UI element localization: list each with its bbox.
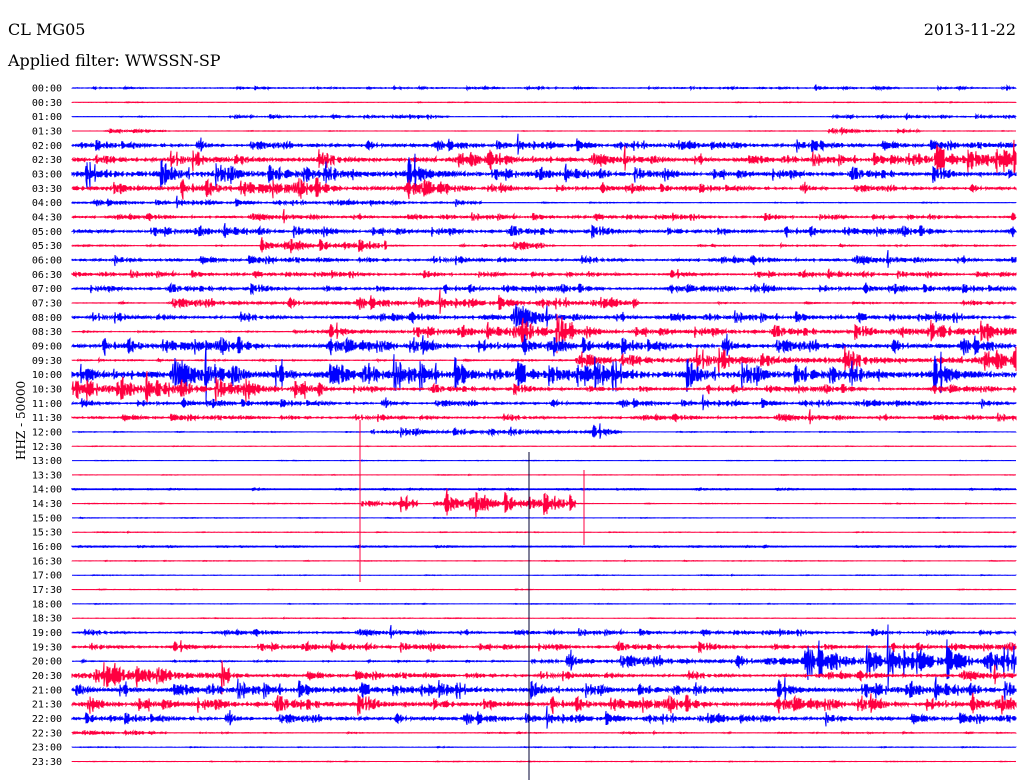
time-tick-label: 17:30 (32, 585, 62, 596)
trace-row-0730 (71, 289, 1017, 314)
trace-row-0700 (71, 282, 1017, 296)
time-tick-label: 22:00 (32, 714, 62, 725)
trace-row-0500 (71, 222, 1017, 239)
time-tick-label: 21:30 (32, 700, 62, 711)
time-tick-label: 11:30 (32, 413, 62, 424)
trace-row-1330 (71, 473, 1016, 477)
trace-row-0900 (71, 333, 1017, 357)
time-tick-label: 04:30 (32, 212, 62, 223)
time-tick-label: 07:30 (32, 298, 62, 309)
trace-row-1800 (72, 602, 1016, 606)
time-tick-label: 05:00 (32, 227, 62, 238)
time-tick-label: 23:30 (32, 757, 62, 768)
trace-row-2130 (71, 692, 1017, 716)
trace-row-1930 (71, 639, 1017, 654)
time-tick-label: 11:00 (32, 399, 62, 410)
time-tick-label: 17:00 (32, 571, 62, 582)
time-tick-label: 09:00 (32, 341, 62, 352)
time-tick-label: 16:30 (32, 556, 62, 567)
time-tick-label: 12:30 (32, 442, 62, 453)
time-tick-label: 05:30 (32, 241, 62, 252)
time-tick-label: 00:30 (32, 98, 62, 109)
time-tick-label: 20:30 (32, 671, 62, 682)
trace-row-2330 (71, 760, 1017, 763)
time-tick-label: 15:00 (32, 513, 62, 524)
trace-row-1130 (71, 409, 1017, 425)
trace-row-0400 (71, 195, 1017, 209)
time-tick-label: 04:00 (32, 198, 62, 209)
time-tick-label: 20:00 (32, 657, 62, 668)
time-tick-label: 03:00 (32, 169, 62, 180)
trace-row-1700 (72, 573, 1017, 577)
time-tick-label: 08:00 (32, 313, 62, 324)
trace-row-1430 (71, 488, 1017, 518)
trace-row-1830 (72, 616, 1016, 620)
time-tick-label: 19:00 (32, 628, 62, 639)
trace-row-1730 (71, 588, 1017, 591)
trace-row-0200 (71, 133, 1017, 155)
time-tick-label: 06:00 (32, 255, 62, 266)
time-tick-label: 02:00 (32, 141, 62, 152)
time-tick-label: 13:30 (32, 470, 62, 481)
time-tick-label: 13:00 (32, 456, 62, 467)
time-tick-label: 02:30 (32, 155, 62, 166)
time-tick-label: 09:30 (32, 356, 62, 367)
time-tick-label: 03:30 (32, 184, 62, 195)
trace-row-1000 (71, 340, 1017, 403)
time-tick-label: 19:30 (32, 642, 62, 653)
time-tick-label: 08:30 (32, 327, 62, 338)
time-tick-label: 23:00 (32, 743, 62, 754)
trace-row-0600 (71, 250, 1017, 268)
time-tick-label: 06:30 (32, 270, 62, 281)
trace-row-1400 (71, 487, 1017, 492)
time-tick-label: 18:00 (32, 599, 62, 610)
time-tick-label: 10:30 (32, 384, 62, 395)
trace-row-1230 (71, 445, 1017, 448)
time-tick-label: 21:00 (32, 685, 62, 696)
trace-row-0630 (71, 268, 1017, 279)
trace-row-1300 (72, 459, 1016, 462)
trace-row-0000 (71, 84, 1017, 92)
time-tick-label: 15:30 (32, 528, 62, 539)
trace-row-1200 (72, 423, 1017, 439)
time-tick-label: 12:00 (32, 427, 62, 438)
trace-row-0330 (71, 177, 1017, 200)
time-tick-label: 14:30 (32, 499, 62, 510)
trace-row-1630 (71, 559, 1017, 563)
time-tick-label: 07:00 (32, 284, 62, 295)
trace-row-2230 (71, 729, 1017, 737)
trace-row-0130 (71, 127, 1016, 136)
trace-row-0430 (71, 209, 1017, 224)
time-tick-label: 01:00 (32, 112, 62, 123)
trace-row-1600 (71, 544, 1017, 549)
time-tick-label: 10:00 (32, 370, 62, 381)
time-tick-label: 16:00 (32, 542, 62, 553)
trace-row-2300 (71, 745, 1017, 749)
helicorder-plot: 00:00 00:30 01:00 01:30 02:00 02:30 03:00 03:30… (32, 84, 1017, 780)
trace-row-1100 (71, 394, 1017, 411)
trace-row-1900 (71, 625, 1017, 639)
trace-row-1500 (72, 516, 1016, 520)
time-tick-label: 18:30 (32, 614, 62, 625)
trace-row-1530 (72, 530, 1017, 534)
time-tick-label: 01:30 (32, 126, 62, 137)
trace-row-2100 (71, 676, 1017, 701)
trace-row-0030 (71, 100, 1017, 104)
trace-row-0800 (71, 303, 1017, 332)
trace-row-0100 (71, 112, 1017, 121)
time-tick-label: 22:30 (32, 728, 62, 739)
trace-row-0530 (71, 237, 1017, 254)
time-tick-label: 14:00 (32, 485, 62, 496)
time-tick-label: 00:00 (32, 84, 62, 95)
